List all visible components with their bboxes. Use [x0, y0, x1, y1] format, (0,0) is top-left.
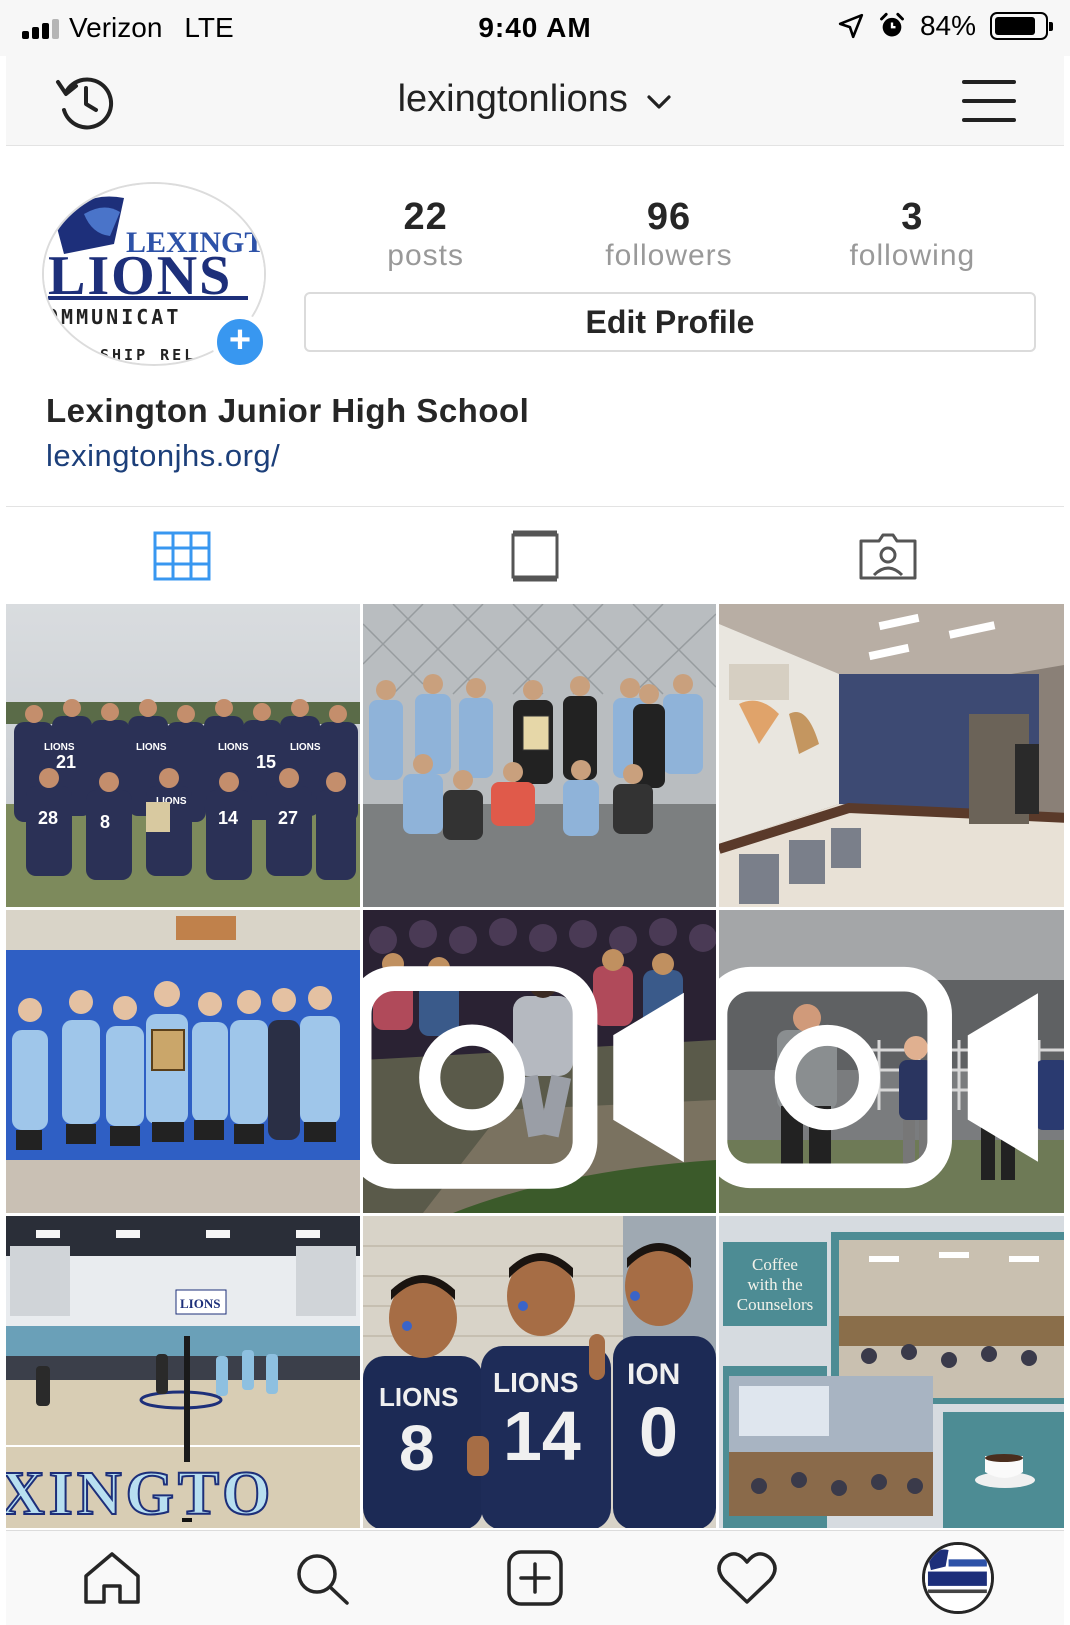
post-image-volleyball-team	[6, 910, 360, 1213]
followers-stat[interactable]: 96 followers	[547, 196, 790, 276]
logo-line-3: OMMUNICAT	[46, 305, 181, 329]
jersey-number: 8	[100, 812, 110, 832]
battery-icon	[990, 12, 1053, 40]
tab-grid[interactable]	[6, 507, 359, 604]
tab-feed[interactable]	[359, 507, 712, 604]
jersey-number: 15	[256, 752, 276, 772]
nav-home[interactable]	[6, 1531, 218, 1625]
profile-avatar-wrap[interactable]: LEXINGTO LIONS OMMUNICAT SHIP REL +	[42, 182, 268, 370]
stat-label: following	[849, 239, 976, 272]
video-camera-icon	[719, 966, 1038, 1189]
stat-value: 22	[403, 196, 448, 238]
post-image-football-team: LIONS LIONS LIONS LIONS LIONS 21 15 28 1…	[6, 604, 360, 907]
chevron-down-icon	[646, 78, 672, 121]
jersey-text: LIONS	[379, 1382, 458, 1412]
jersey-text: LIONS	[493, 1367, 579, 1398]
profile-stats: 22 posts 96 followers 3 following	[304, 196, 1034, 276]
edit-profile-button[interactable]: Edit Profile	[304, 292, 1036, 352]
post-thumbnail[interactable]: LIONS XINGTO	[6, 1216, 360, 1528]
collage-caption-line: Coffee	[752, 1255, 798, 1274]
post-image-three-boys: LIONS 8 LIONS 14 ION 0	[363, 1216, 716, 1528]
grid-icon	[153, 531, 211, 580]
profile-tab-bar	[6, 506, 1064, 604]
feed-icon	[511, 530, 559, 581]
profile-avatar-icon	[922, 1542, 995, 1614]
nav-search[interactable]	[218, 1531, 430, 1625]
post-thumbnail[interactable]	[6, 910, 360, 1213]
tab-tagged[interactable]	[711, 507, 1064, 604]
logo-line-4: SHIP REL	[100, 346, 196, 364]
collage-caption-line: Counselors	[737, 1295, 814, 1314]
jersey-text: ION	[627, 1358, 680, 1391]
nav-profile[interactable]	[852, 1531, 1064, 1625]
bottom-navigation	[6, 1530, 1064, 1625]
status-right: 84%	[838, 10, 1053, 42]
stat-value: 3	[901, 196, 924, 238]
app-header: lexingtonlions	[6, 56, 1064, 146]
nav-activity[interactable]	[641, 1531, 853, 1625]
profile-display-name: Lexington Junior High School	[46, 392, 530, 429]
post-thumbnail[interactable]: LIONS 8 LIONS 14 ION 0	[363, 1216, 716, 1528]
account-switcher[interactable]: lexingtonlions	[6, 78, 1064, 121]
tagged-photos-icon	[859, 533, 917, 579]
search-icon	[297, 1554, 350, 1605]
nav-new-post[interactable]	[429, 1531, 641, 1625]
post-thumbnail[interactable]: Coffee with the Counselors	[719, 1216, 1064, 1528]
video-camera-icon	[363, 966, 684, 1189]
jersey-number: 14	[503, 1397, 581, 1475]
alarm-clock-icon	[879, 12, 904, 37]
posts-stat: 22 posts	[304, 196, 547, 276]
jersey-text: LIONS	[136, 742, 167, 753]
collage-caption-line: with the	[747, 1275, 802, 1294]
jersey-number: 28	[38, 808, 58, 828]
add-story-button[interactable]: +	[212, 314, 268, 370]
username-title: lexingtonlions	[397, 78, 628, 120]
status-bar: Verizon LTE 9:40 AM 84%	[0, 0, 1070, 56]
stat-label: posts	[387, 239, 465, 272]
stat-label: followers	[605, 239, 733, 272]
hamburger-menu-icon[interactable]	[962, 80, 1016, 122]
heart-icon	[716, 1552, 777, 1604]
post-thumbnail[interactable]	[719, 910, 1064, 1213]
battery-percent: 84%	[919, 10, 976, 41]
jersey-text: LIONS	[218, 742, 249, 753]
post-thumbnail[interactable]	[719, 604, 1064, 907]
jersey-number: 0	[639, 1393, 678, 1471]
post-image-coffee-collage: Coffee with the Counselors	[719, 1216, 1064, 1528]
stat-value: 96	[646, 196, 692, 238]
home-icon	[84, 1552, 140, 1604]
jersey-number: 27	[278, 808, 298, 828]
gym-banner-text: LIONS	[180, 1296, 220, 1311]
post-thumbnail[interactable]: LIONS LIONS LIONS LIONS LIONS 21 15 28 1…	[6, 604, 360, 907]
post-grid: LIONS LIONS LIONS LIONS LIONS 21 15 28 1…	[6, 604, 1064, 1528]
court-floor-text: XINGTO	[6, 1460, 274, 1528]
location-arrow-icon	[838, 13, 864, 39]
post-thumbnail[interactable]	[363, 910, 716, 1213]
following-stat[interactable]: 3 following	[791, 196, 1034, 276]
post-image-auditorium	[719, 604, 1064, 907]
post-thumbnail[interactable]	[363, 604, 716, 907]
post-image-students-fence	[363, 604, 716, 907]
profile-website-link[interactable]: lexingtonjhs.org/	[46, 438, 280, 474]
jersey-number: 8	[399, 1412, 435, 1484]
jersey-number: 14	[218, 808, 238, 828]
new-post-icon	[507, 1550, 563, 1606]
jersey-number: 21	[56, 752, 76, 772]
post-image-gym-court: LIONS XINGTO	[6, 1216, 360, 1528]
jersey-text: LIONS	[290, 742, 321, 753]
